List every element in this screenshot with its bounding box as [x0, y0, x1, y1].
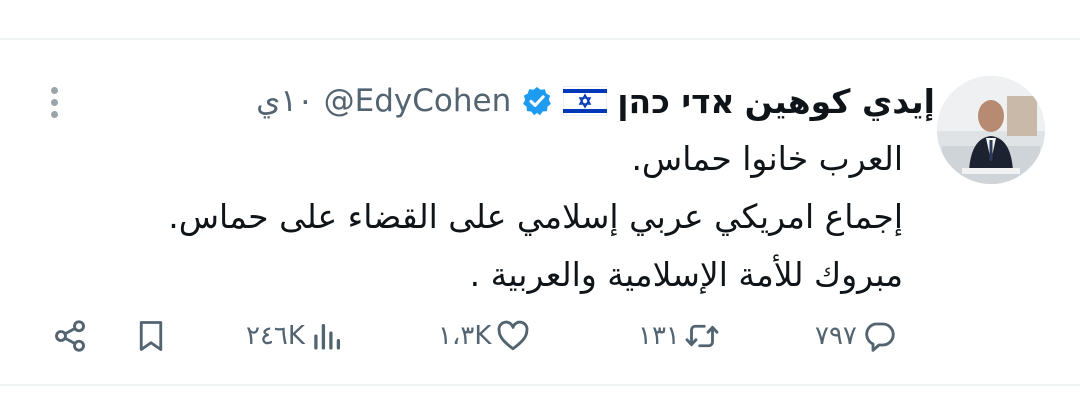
share-button[interactable] — [52, 310, 88, 362]
tweet-header: إيدي كوهين אדי כהן @EdyCohen ١٠ي — [256, 76, 935, 126]
tweet-line: إجماع امريكي عربي إسلامي على القضاء على … — [168, 197, 903, 236]
reply-button[interactable]: ٧٩٧ — [815, 310, 897, 362]
verified-badge-icon — [523, 87, 552, 116]
author-name[interactable]: إيدي كوهين — [745, 82, 935, 121]
top-divider — [0, 38, 1080, 40]
reply-icon — [865, 322, 895, 352]
retweet-button[interactable]: ١٣١ — [638, 310, 720, 362]
tweet-body: العرب خانوا حماس. إجماع امريكي عربي إسلا… — [123, 130, 903, 304]
heart-icon — [497, 320, 529, 351]
bookmark-button[interactable] — [133, 310, 169, 362]
bookmark-icon — [139, 321, 163, 351]
retweet-icon — [685, 324, 719, 348]
tweet-line: مبروك للأمة الإسلامية والعربية . — [469, 255, 903, 294]
israel-flag-icon — [563, 86, 608, 116]
action-bar: ٧٩٧ ١٣١ ١،٣K ٢٤٦K — [0, 310, 1080, 362]
bottom-divider — [0, 384, 1080, 386]
share-icon — [55, 320, 85, 352]
like-count: ١،٣K — [438, 321, 492, 351]
more-vertical-icon[interactable] — [44, 83, 64, 123]
tweet-line: العرب خانوا حماس. — [631, 139, 903, 178]
views-count: ٢٤٦K — [246, 321, 305, 351]
like-button[interactable]: ١،٣K — [438, 310, 531, 362]
retweet-count: ١٣١ — [638, 321, 680, 351]
views-button[interactable]: ٢٤٦K — [246, 310, 345, 362]
reply-count: ٧٩٧ — [815, 321, 857, 351]
author-handle[interactable]: @EdyCohen — [324, 83, 512, 119]
views-icon — [314, 324, 341, 350]
author-name-hebrew[interactable]: אדי כהן — [617, 82, 734, 121]
tweet-time[interactable]: ١٠ي — [256, 83, 314, 119]
avatar-photo — [937, 76, 1045, 184]
avatar[interactable] — [937, 76, 1045, 184]
